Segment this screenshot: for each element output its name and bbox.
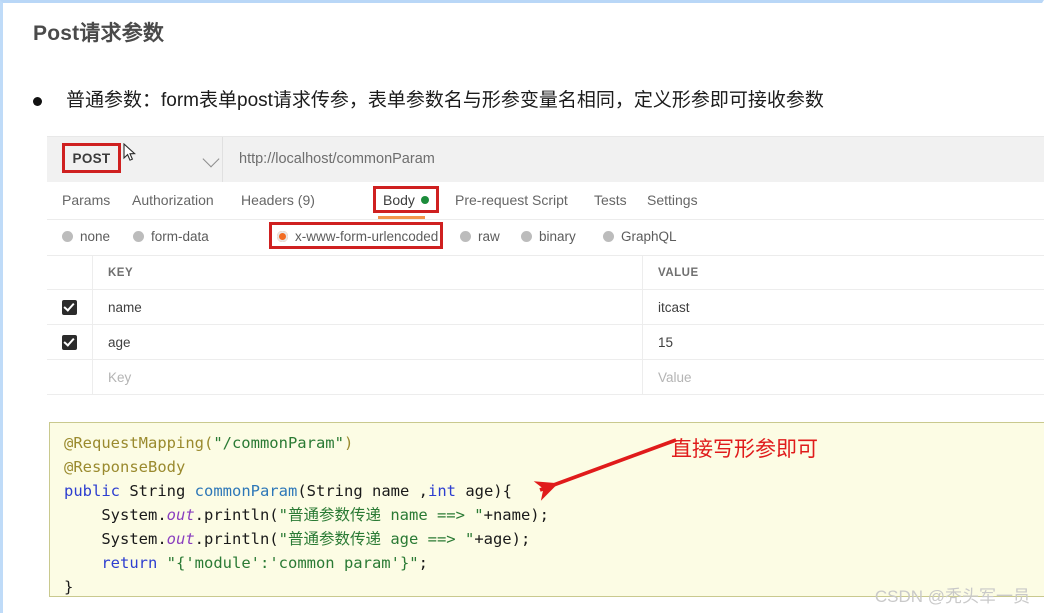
code-token: +age); (474, 530, 531, 548)
java-code-block: @RequestMapping("/commonParam") @Respons… (49, 422, 1044, 597)
code-token: ( (297, 482, 307, 500)
postman-request-panel: POST http://localhost/commonParam Params… (47, 136, 1044, 408)
radio-icon (133, 231, 144, 242)
body-type-radio-group: none form-data x-www-form-urlencoded raw… (47, 220, 1044, 256)
header-checkbox-cell (47, 256, 93, 289)
body-type-none[interactable]: none (62, 229, 110, 244)
code-token: "/commonParam" (213, 434, 344, 452)
request-url-bar: POST http://localhost/commonParam (47, 137, 1044, 182)
code-token: System. (64, 530, 167, 548)
method-highlight-box[interactable]: POST (62, 143, 121, 173)
tab-headers[interactable]: Headers (9) (241, 192, 315, 208)
active-tab-underline (378, 216, 425, 219)
table-row[interactable]: name itcast (47, 290, 1044, 325)
code-token: "{'module':'common param'}" (166, 554, 419, 572)
method-label: POST (72, 150, 111, 166)
body-type-form-data[interactable]: form-data (133, 229, 209, 244)
code-token: .println( (194, 530, 279, 548)
radio-icon (460, 231, 471, 242)
green-dot-icon (420, 195, 429, 204)
url-divider (222, 137, 223, 182)
watermark: CSDN @秃头军一员 (874, 587, 1030, 606)
code-token: @ResponseBody (64, 458, 186, 476)
body-type-graphql[interactable]: GraphQL (603, 229, 677, 244)
tab-authorization[interactable]: Authorization (132, 192, 214, 208)
code-token: out (166, 506, 195, 524)
code-token: "普通参数传递 age ==> " (278, 530, 475, 548)
chevron-down-icon[interactable] (202, 150, 220, 168)
page-title: Post请求参数 (33, 22, 165, 45)
bullet-paragraph: 普通参数：form表单post请求传参，表单参数名与形参变量名相同，定义形参即可… (33, 89, 1033, 113)
new-value-input[interactable]: Value (658, 370, 692, 385)
code-token: String (129, 482, 195, 500)
tab-params[interactable]: Params (62, 192, 110, 208)
checkbox-checked-icon[interactable] (62, 334, 77, 350)
body-type-form-data-label: form-data (151, 229, 209, 244)
urlencoded-highlight-box (269, 222, 443, 249)
bullet-text: 普通参数：form表单post请求传参，表单参数名与形参变量名相同，定义形参即可… (66, 90, 824, 111)
row-value[interactable]: 15 (658, 335, 673, 350)
page-canvas: Post请求参数 普通参数：form表单post请求传参，表单参数名与形参变量名… (0, 0, 1044, 613)
row-value[interactable]: itcast (658, 300, 690, 315)
code-content: @RequestMapping("/commonParam") @Respons… (50, 423, 1044, 596)
header-value: VALUE (658, 266, 699, 279)
row-key[interactable]: name (108, 300, 142, 315)
code-token: int (427, 482, 456, 500)
body-type-binary-label: binary (539, 229, 576, 244)
code-token: out (166, 530, 195, 548)
row-checkbox-cell[interactable] (47, 360, 93, 394)
row-key[interactable]: age (108, 335, 131, 350)
body-type-raw-label: raw (478, 229, 500, 244)
tab-body[interactable]: Body (373, 186, 439, 213)
row-checkbox-cell[interactable] (47, 290, 93, 324)
request-url-input[interactable]: http://localhost/commonParam (239, 151, 435, 167)
radio-icon (62, 231, 73, 242)
code-token: age){ (455, 482, 512, 500)
checkbox-checked-icon[interactable] (62, 299, 77, 315)
request-tabs: Params Authorization Headers (9) Body Pr… (47, 182, 1044, 220)
table-row[interactable]: age 15 (47, 325, 1044, 360)
body-type-binary[interactable]: binary (521, 229, 576, 244)
code-token: ) (343, 434, 354, 452)
body-type-none-label: none (80, 229, 111, 244)
code-token: System. (64, 506, 167, 524)
code-token: @RequestMapping( (64, 434, 214, 452)
code-token: ; (418, 554, 428, 572)
code-token: } (64, 578, 74, 596)
radio-icon (603, 231, 614, 242)
http-method-selector[interactable]: POST (47, 137, 177, 182)
code-token: "普通参数传递 name ==> " (278, 506, 484, 524)
bullet-dot-icon (33, 97, 42, 106)
tab-body-label: Body (383, 191, 415, 208)
body-type-graphql-label: GraphQL (621, 229, 677, 244)
code-token: commonParam (194, 482, 298, 500)
code-token: public (64, 482, 130, 500)
new-key-input[interactable]: Key (108, 370, 131, 385)
code-token: +name); (483, 506, 549, 524)
radio-icon (521, 231, 532, 242)
body-type-raw[interactable]: raw (460, 229, 500, 244)
code-token: .println( (194, 506, 279, 524)
table-row-empty[interactable]: Key Value (47, 360, 1044, 395)
tab-pre-request-script[interactable]: Pre-request Script (455, 192, 568, 208)
code-token: return (101, 554, 158, 572)
annotation-text: 直接写形参即可 (671, 438, 818, 461)
code-token: name , (362, 482, 428, 500)
header-key: KEY (108, 266, 134, 279)
code-token: String (306, 482, 363, 500)
row-checkbox-cell[interactable] (47, 325, 93, 359)
tab-settings[interactable]: Settings (647, 192, 698, 208)
mouse-cursor-icon (123, 143, 136, 161)
table-header-row: KEY VALUE (47, 256, 1044, 290)
tab-tests[interactable]: Tests (594, 192, 627, 208)
params-table: KEY VALUE name itcast age 15 Key Value (47, 256, 1044, 395)
